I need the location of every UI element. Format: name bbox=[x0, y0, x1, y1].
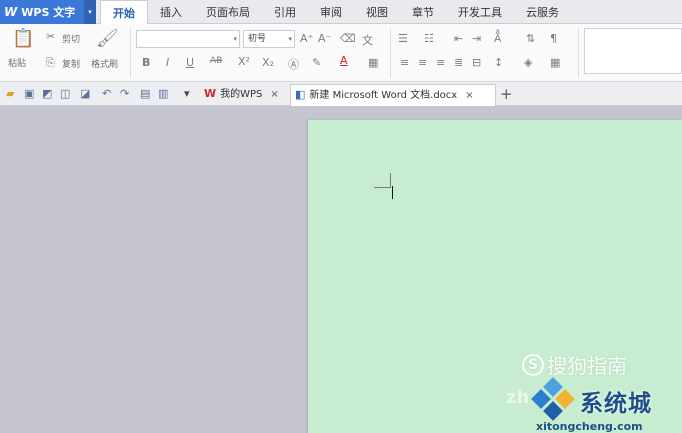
tab-document-label: 新建 Microsoft Word 文档.docx bbox=[309, 90, 458, 101]
grow-font-icon[interactable]: A⁺ bbox=[300, 32, 313, 45]
export-pdf-icon[interactable]: ◩ bbox=[42, 87, 52, 100]
bullet-list-icon[interactable]: ☰ bbox=[398, 32, 408, 45]
strikethrough-button[interactable]: AB bbox=[210, 56, 222, 66]
line-spacing-icon[interactable]: ↕ bbox=[494, 56, 503, 69]
clear-format-icon[interactable]: ⌫ bbox=[340, 32, 356, 45]
margin-corner-mark bbox=[374, 187, 391, 188]
chevron-down-icon: ▾ bbox=[233, 35, 237, 43]
styles-gallery[interactable] bbox=[584, 28, 682, 74]
ribbon-toolbar: 📋 粘贴 ✂ 剪切 ⎘ 复制 🖌 格式刷 ▾ 初号 ▾ A⁺ A⁻ ⌫ 文 B … bbox=[0, 24, 682, 82]
close-icon[interactable]: × bbox=[270, 89, 278, 100]
tab-start[interactable]: 开始 bbox=[100, 0, 148, 25]
close-icon[interactable]: × bbox=[465, 90, 473, 101]
numbered-list-icon[interactable]: ☷ bbox=[424, 32, 434, 45]
shading-icon[interactable]: ◈ bbox=[524, 56, 532, 69]
wps-logo-icon: W bbox=[204, 87, 217, 100]
ribbon-tabs: 开始 插入 页面布局 引用 审阅 视图 章节 开发工具 云服务 bbox=[100, 0, 571, 25]
paste-button-label[interactable]: 粘贴 bbox=[8, 56, 26, 69]
find-icon[interactable]: ◪ bbox=[80, 87, 90, 100]
tab-page-layout[interactable]: 页面布局 bbox=[194, 0, 262, 24]
tab-review[interactable]: 审阅 bbox=[308, 0, 354, 24]
tab-view[interactable]: 视图 bbox=[354, 0, 400, 24]
print-icon[interactable]: ▥ bbox=[158, 87, 168, 100]
open-folder-icon[interactable]: ▰ bbox=[6, 87, 14, 100]
tab-section[interactable]: 章节 bbox=[400, 0, 446, 24]
phonetic-guide-icon[interactable]: 文 bbox=[362, 32, 373, 48]
underline-button[interactable]: U bbox=[186, 56, 194, 69]
chevron-down-icon: ▾ bbox=[288, 35, 292, 43]
cut-icon[interactable]: ✂ bbox=[46, 30, 55, 43]
new-doc-icon[interactable]: ▤ bbox=[140, 87, 150, 100]
align-right-icon[interactable]: ≡ bbox=[436, 56, 445, 69]
paste-icon[interactable]: 📋 bbox=[12, 28, 34, 49]
undo-icon[interactable]: ↶ bbox=[102, 87, 111, 100]
tab-developer-tools[interactable]: 开发工具 bbox=[446, 0, 514, 24]
sort-icon[interactable]: ⇅ bbox=[526, 32, 535, 45]
chinese-layout-icon[interactable]: Aͣ bbox=[494, 32, 501, 45]
faint-watermark-text: zh bbox=[506, 387, 530, 408]
sogou-logo-icon: S bbox=[522, 353, 544, 376]
new-tab-button[interactable]: + bbox=[500, 85, 513, 103]
site-logo-icon bbox=[528, 377, 578, 424]
site-watermark: 系统城 xitongcheng.com bbox=[528, 377, 652, 433]
subscript-button[interactable]: X₂ bbox=[262, 56, 274, 69]
superscript-button[interactable]: X² bbox=[238, 55, 250, 68]
char-shading-icon[interactable]: ▦ bbox=[368, 56, 378, 69]
save-icon[interactable]: ▣ bbox=[24, 87, 34, 100]
cut-button-label[interactable]: 剪切 bbox=[62, 32, 80, 45]
print-preview-icon[interactable]: ◫ bbox=[60, 87, 70, 100]
app-menu-caret-icon[interactable]: ▾ bbox=[84, 0, 96, 24]
borders-icon[interactable]: ▦ bbox=[550, 56, 560, 69]
ribbon-divider bbox=[390, 28, 391, 78]
distributed-icon[interactable]: ⊟ bbox=[472, 56, 481, 69]
format-painter-label[interactable]: 格式刷 bbox=[91, 57, 118, 70]
wps-logo-icon: W bbox=[4, 5, 18, 19]
sogou-watermark: S 搜狗指南 bbox=[522, 350, 627, 379]
customize-toolbar-icon[interactable]: ▾ bbox=[184, 87, 190, 100]
increase-indent-icon[interactable]: ⇥ bbox=[472, 32, 481, 45]
text-cursor bbox=[392, 186, 393, 199]
justify-icon[interactable]: ≣ bbox=[454, 56, 463, 69]
decrease-indent-icon[interactable]: ⇤ bbox=[454, 32, 463, 45]
quick-access-bar: ▰ ▣ ◩ ◫ ◪ ↶ ↷ ▤ ▥ ▾ W 我的WPS × ◧ 新建 Microsof… bbox=[0, 82, 682, 106]
app-name: WPS 文字 bbox=[21, 6, 76, 19]
copy-button-label[interactable]: 复制 bbox=[62, 57, 80, 70]
tab-insert[interactable]: 插入 bbox=[148, 0, 194, 24]
tab-document[interactable]: ◧ 新建 Microsoft Word 文档.docx × bbox=[290, 84, 496, 106]
show-marks-icon[interactable]: ¶ bbox=[550, 32, 557, 45]
margin-corner-mark bbox=[390, 173, 391, 188]
ribbon-divider bbox=[578, 28, 579, 78]
bold-button[interactable]: B bbox=[142, 56, 150, 69]
site-url: xitongcheng.com bbox=[536, 420, 643, 433]
tab-my-wps[interactable]: W 我的WPS × bbox=[200, 84, 288, 106]
site-name: 系统城 bbox=[580, 391, 652, 417]
app-menu-button[interactable]: W WPS 文字 ▾ bbox=[0, 0, 96, 24]
tab-cloud-services[interactable]: 云服务 bbox=[514, 0, 571, 24]
ribbon-divider bbox=[130, 28, 131, 78]
tab-my-wps-label: 我的WPS bbox=[220, 89, 263, 100]
text-effect-icon[interactable]: Ⓐ bbox=[288, 56, 299, 72]
sogou-watermark-text: 搜狗指南 bbox=[547, 354, 627, 378]
menu-bar: W WPS 文字 ▾ 开始 插入 页面布局 引用 审阅 视图 章节 开发工具 云… bbox=[0, 0, 682, 25]
redo-icon[interactable]: ↷ bbox=[120, 87, 129, 100]
copy-icon[interactable]: ⎘ bbox=[46, 56, 55, 70]
tab-references[interactable]: 引用 bbox=[262, 0, 308, 24]
align-center-icon[interactable]: ≡ bbox=[418, 56, 427, 69]
shrink-font-icon[interactable]: A⁻ bbox=[318, 32, 331, 45]
document-icon: ◧ bbox=[295, 88, 306, 101]
align-left-icon[interactable]: ≡ bbox=[400, 56, 409, 69]
highlight-icon[interactable]: ✎ bbox=[312, 56, 321, 69]
font-color-button[interactable]: A bbox=[340, 54, 348, 67]
font-name-combo[interactable]: ▾ bbox=[136, 30, 240, 48]
format-painter-icon[interactable]: 🖌 bbox=[96, 28, 119, 49]
font-size-combo[interactable]: 初号 ▾ bbox=[243, 30, 295, 48]
italic-button[interactable]: I bbox=[166, 56, 169, 69]
font-size-value: 初号 bbox=[248, 34, 267, 44]
